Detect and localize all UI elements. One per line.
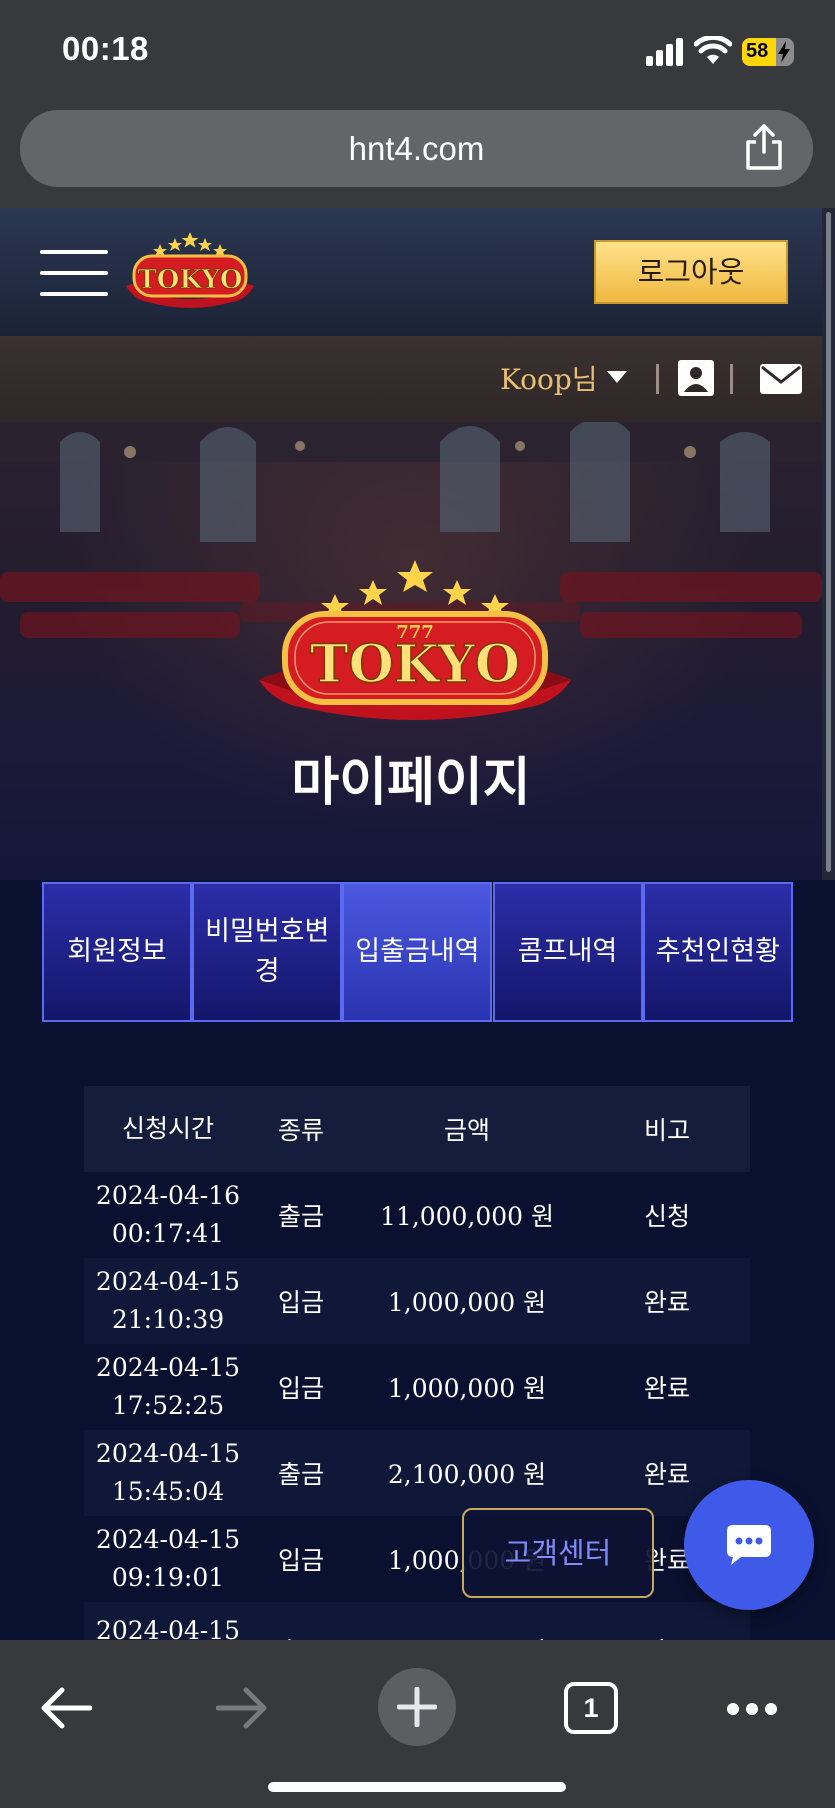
- cell-request-time: 2024-04-15 21:10:39: [84, 1263, 252, 1339]
- tokyo-logo-small[interactable]: TOKYO: [120, 230, 260, 310]
- table-row: 2024-04-15 21:10:39 입금 1,000,000 원 완료: [84, 1258, 750, 1344]
- address-bar[interactable]: hnt4.com: [20, 110, 813, 187]
- hero-banner: 777 TOKYO 마이페이지: [0, 422, 822, 880]
- status-bar: 00:18 58: [0, 0, 835, 100]
- share-icon[interactable]: [742, 124, 786, 170]
- header-request-time: 신청시간: [121, 1114, 214, 1143]
- cell-type: 입금: [277, 1546, 324, 1575]
- tab-comp-history[interactable]: 콤프내역: [492, 882, 643, 1022]
- battery-icon: 58: [742, 38, 794, 66]
- cell-amount: 11,000,000 원: [379, 1202, 555, 1231]
- plus-icon: [397, 1687, 437, 1727]
- browser-address-area: hnt4.com: [0, 100, 835, 208]
- table-row: 2024-04-15 17:52:25 입금 1,000,000 원 완료: [84, 1344, 750, 1430]
- cell-date: 2024-04-15: [95, 1353, 241, 1382]
- cell-note: 신청: [643, 1202, 690, 1231]
- username[interactable]: Koop님: [500, 358, 598, 398]
- cellular-signal-icon: [646, 38, 686, 66]
- site-header: TOKYO 로그아웃: [0, 208, 822, 336]
- cell-time: 21:10:39: [111, 1305, 225, 1334]
- user-bar: Koop님: [0, 336, 822, 422]
- cell-date: 2024-04-15: [95, 1525, 241, 1554]
- divider: [656, 364, 659, 394]
- customer-center-button[interactable]: 고객센터: [462, 1508, 654, 1598]
- cell-type: 출금: [277, 1202, 324, 1231]
- header-note: 비고: [643, 1116, 690, 1145]
- page-scrollbar[interactable]: [822, 208, 835, 880]
- back-arrow-icon[interactable]: [40, 1686, 92, 1730]
- cell-note: 완료: [643, 1288, 690, 1317]
- cell-type: 입금: [277, 1288, 324, 1317]
- tab-deposit-withdraw-history[interactable]: 입출금내역: [342, 882, 493, 1022]
- cell-note: 완료: [643, 1374, 690, 1403]
- tokyo-logo-large: 777 TOKYO: [259, 560, 571, 720]
- cell-type: 입금: [277, 1374, 324, 1403]
- cell-type: 출금: [277, 1460, 324, 1489]
- cell-request-time: 2024-04-15 15:45:04: [84, 1435, 252, 1511]
- scrollbar-thumb[interactable]: [826, 212, 831, 872]
- more-options-icon[interactable]: [726, 1702, 778, 1716]
- tab-referral-status[interactable]: 추천인현황: [642, 882, 793, 1022]
- tab-count: 1: [564, 1682, 618, 1734]
- cell-date: 2024-04-15: [95, 1267, 241, 1296]
- mail-icon[interactable]: [760, 364, 802, 394]
- page-title: 마이페이지: [291, 753, 531, 813]
- chat-bubble-icon: [727, 1525, 771, 1565]
- table-row: 2024-04-16 00:17:41 출금 11,000,000 원 신청: [84, 1172, 750, 1258]
- cell-amount: 1,000,000 원: [387, 1288, 547, 1317]
- charging-bolt-icon: [778, 41, 790, 63]
- header-type: 종류: [277, 1116, 324, 1145]
- home-indicator[interactable]: [268, 1782, 566, 1792]
- profile-icon[interactable]: [678, 360, 714, 396]
- chat-button[interactable]: [684, 1480, 814, 1610]
- cell-time: 15:45:04: [111, 1477, 225, 1506]
- cell-request-time: 2024-04-15 17:52:25: [84, 1349, 252, 1425]
- url-text[interactable]: hnt4.com: [20, 110, 813, 187]
- wifi-icon: [694, 36, 732, 64]
- status-time: 00:18: [62, 30, 149, 67]
- tabs-overview-button[interactable]: 1: [564, 1682, 618, 1734]
- cell-request-time: 2024-04-16 00:17:41: [84, 1177, 252, 1253]
- logo-large-text: TOKYO: [310, 634, 520, 695]
- tab-change-password[interactable]: 비밀번호변경: [192, 882, 343, 1022]
- battery-level: 58: [746, 40, 769, 62]
- table-row: 2024-04-15 15:45:04 출금 2,100,000 원 완료: [84, 1430, 750, 1516]
- logo-small-text: TOKYO: [137, 265, 242, 295]
- cell-time: 00:17:41: [111, 1219, 225, 1248]
- cell-time: 09:19:01: [111, 1563, 225, 1592]
- browser-toolbar: 1: [0, 1640, 835, 1808]
- cell-amount: 1,000,000 원: [387, 1374, 547, 1403]
- cell-date: 2024-04-15: [95, 1439, 241, 1468]
- cell-amount: 2,100,000 원: [387, 1460, 547, 1489]
- transaction-table: 신청시간 종류 금액 비고 2024-04-16 00:17:41 출금 11,0…: [84, 1086, 750, 1688]
- table-header: 신청시간 종류 금액 비고: [84, 1086, 750, 1172]
- logout-button[interactable]: 로그아웃: [594, 240, 788, 304]
- new-tab-button[interactable]: [378, 1668, 456, 1746]
- cell-time: 17:52:25: [111, 1391, 225, 1420]
- cell-request-time: 2024-04-15 09:19:01: [84, 1521, 252, 1597]
- divider: [730, 364, 733, 394]
- header-amount: 금액: [443, 1116, 490, 1145]
- mypage-tabs: 회원정보 비밀번호변경 입출금내역 콤프내역 추천인현황: [42, 882, 793, 1022]
- menu-icon[interactable]: [40, 250, 108, 296]
- cell-date: 2024-04-16: [95, 1181, 241, 1210]
- tab-member-info[interactable]: 회원정보: [42, 882, 192, 1022]
- caret-down-icon[interactable]: [606, 370, 628, 384]
- forward-arrow-icon[interactable]: [216, 1686, 268, 1730]
